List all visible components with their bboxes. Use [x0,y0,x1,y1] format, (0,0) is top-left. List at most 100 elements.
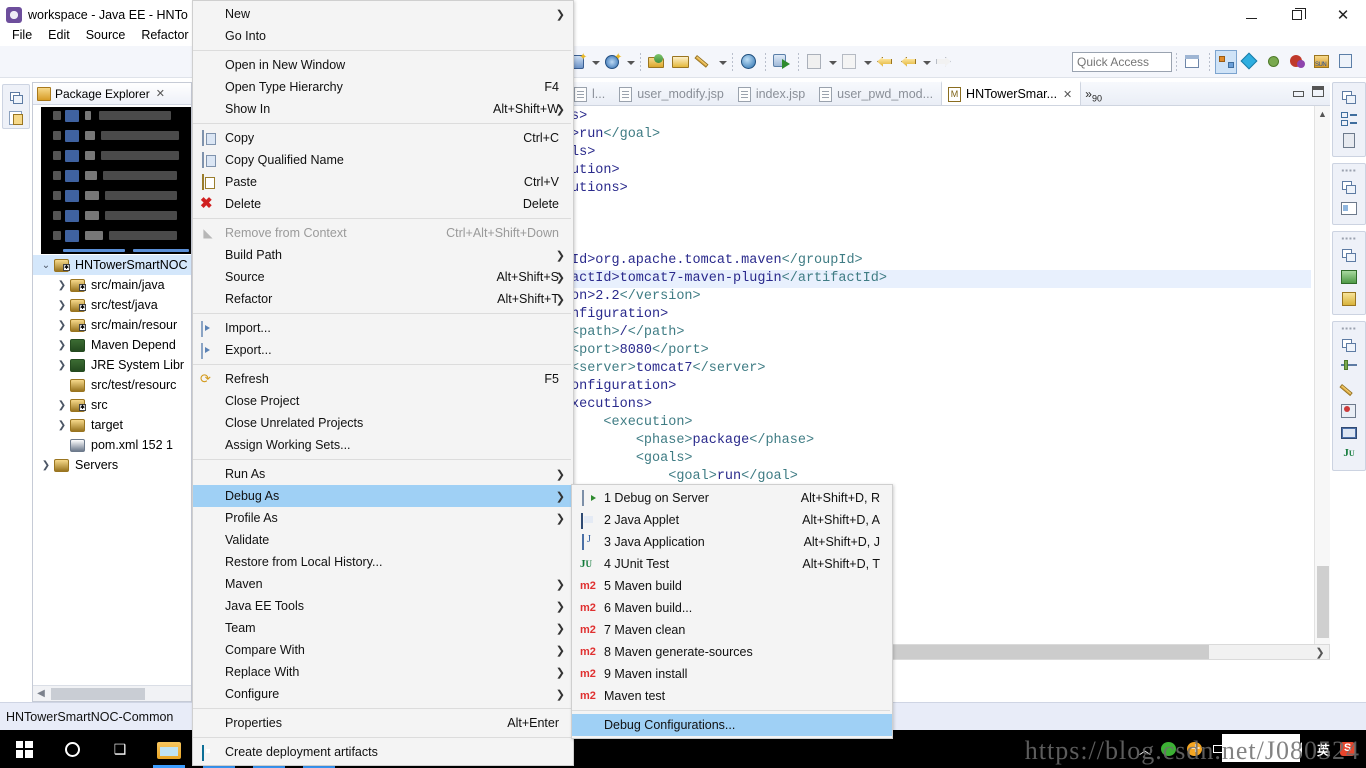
scroll-left-icon[interactable]: ◀ [33,688,49,699]
scroll-right-icon[interactable]: ❯ [1311,646,1329,659]
debug-as-menu-item[interactable]: 3 Java Application Alt+Shift+D, J [572,531,892,553]
editor-tab[interactable]: user_modify.jsp [613,83,732,105]
debug-as-menu-item[interactable]: m2 7 Maven clean [572,619,892,641]
tree-item[interactable]: ❯ ✱ src [33,395,191,415]
package-explorer-fastview-icon[interactable] [7,109,25,127]
editor-tab[interactable]: HNTowerSmar... ✕ [941,81,1082,105]
context-menu-item[interactable]: Build Path ❯ [193,244,573,266]
context-menu-item[interactable]: Refactor Alt+Shift+T ❯ [193,288,573,310]
debug-as-menu-item[interactable]: m2 Maven test [572,685,892,707]
diamond-perspective-icon[interactable] [1239,50,1261,74]
context-menu-item[interactable]: Restore from Local History... [193,551,573,573]
editor-tab[interactable]: index.jsp [732,83,813,105]
context-menu-item[interactable]: Profile As ❯ [193,507,573,529]
back-star-icon[interactable] [874,50,896,74]
context-menu-item[interactable]: Replace With ❯ [193,661,573,683]
context-menu-item[interactable]: Show In Alt+Shift+W ❯ [193,98,573,120]
menu-file[interactable]: File [4,26,40,44]
chevron-right-icon[interactable]: ❯ [55,360,69,371]
debug-as-menu-item[interactable]: m2 8 Maven generate-sources [572,641,892,663]
context-menu[interactable]: New ❯ Go Into Open in New Window Open Type H… [192,0,574,766]
context-menu-item[interactable]: Run As ❯ [193,463,573,485]
context-menu-item[interactable]: Export... [193,339,573,361]
tree-item[interactable]: ❯ Servers [33,455,191,475]
console-view-icon[interactable] [1339,423,1359,443]
context-menu-item[interactable]: ⟳ Refresh F5 [193,368,573,390]
context-menu-item[interactable]: Java EE Tools ❯ [193,595,573,617]
chevron-right-icon[interactable]: ❯ [55,280,69,291]
tree-item[interactable]: pom.xml 152 1 [33,435,191,455]
context-menu-item[interactable]: Paste Ctrl+V [193,171,573,193]
pencil-view-icon[interactable] [1339,379,1359,399]
new-java-package-caret[interactable] [862,50,873,74]
snippets-view-icon[interactable] [1339,289,1359,309]
debug-as-menu-item[interactable]: m2 9 Maven install [572,663,892,685]
debug-as-menu-item[interactable]: m2 5 Maven build [572,575,892,597]
close-view-icon[interactable]: ✕ [156,87,165,100]
context-menu-item[interactable]: Open in New Window [193,54,573,76]
properties-view-icon[interactable] [1339,199,1359,219]
tree-item[interactable]: ❯ ✱ src/main/resour [33,315,191,335]
open-package-icon[interactable] [646,50,668,74]
debug-as-menu-item[interactable]: JU 4 JUnit Test Alt+Shift+D, T [572,553,892,575]
package-explorer-tab[interactable]: Package Explorer ✕ [33,83,191,105]
quick-access-input[interactable] [1072,51,1172,72]
run-icon[interactable] [771,50,793,74]
servers-view-icon[interactable] [1339,267,1359,287]
sun-perspective-icon[interactable]: SUN [1311,50,1333,74]
debug-as-menu-item[interactable]: 1 Debug on Server Alt+Shift+D, R [572,487,892,509]
debug-as-menu-item[interactable]: 2 Java Applet Alt+Shift+D, A [572,509,892,531]
java-ee-perspective-icon[interactable] [1215,49,1237,74]
context-menu-item[interactable]: Compare With ❯ [193,639,573,661]
editor-vertical-scrollbar[interactable]: ▲ ▼ [1314,106,1330,660]
context-menu-item[interactable]: Configure ❯ [193,683,573,705]
document-view-icon[interactable] [1339,131,1359,151]
chevron-right-icon[interactable]: ❯ [39,460,53,471]
context-menu-item[interactable]: ✖ Delete Delete [193,193,573,215]
junit-view-icon[interactable]: JU [1339,445,1359,465]
context-menu-item[interactable]: New ❯ [193,3,573,25]
debug-perspective-icon[interactable] [1263,50,1285,74]
context-menu-item[interactable]: Open Type Hierarchy F4 [193,76,573,98]
restore-icon-4[interactable] [1339,335,1359,355]
tree-item[interactable]: ❯ ✱ src/main/java [33,275,191,295]
context-menu-item[interactable]: Copy Ctrl+C [193,127,573,149]
restore-icon-2[interactable] [1339,177,1359,197]
external-tools-caret[interactable] [827,50,838,74]
debug-as-submenu[interactable]: 1 Debug on Server Alt+Shift+D, R 2 Java Ap… [571,484,893,739]
cortana-button[interactable] [48,730,96,768]
debug-as-menu-item[interactable]: Debug Configurations... [572,714,892,736]
tree-item[interactable]: ❯ ✱ src/test/java [33,295,191,315]
context-menu-item[interactable]: Team ❯ [193,617,573,639]
pencil-dropdown-caret[interactable] [717,50,728,74]
context-menu-item[interactable]: Copy Qualified Name [193,149,573,171]
save-dropdown-caret[interactable] [625,50,636,74]
menu-refactor[interactable]: Refactor [133,26,196,44]
restore-icon-1[interactable] [1339,87,1359,107]
scroll-up-icon[interactable]: ▲ [1315,106,1330,122]
back-caret[interactable] [921,50,932,74]
markers-view-icon[interactable] [1339,357,1359,377]
tree-item[interactable]: ❯ Maven Depend [33,335,191,355]
editor-vscroll-thumb[interactable] [1317,566,1329,638]
resource-perspective-icon[interactable] [1335,50,1357,74]
taskbar-file-explorer[interactable] [144,730,194,768]
external-tools-icon[interactable] [804,50,826,74]
code-content[interactable]: s> >run</goal> ls> ution> utions> Id>org.apa… [571,108,1311,486]
task-view-button[interactable]: ❑ [96,730,144,768]
open-perspective-icon[interactable] [1182,50,1204,74]
view-handle-dots-3[interactable]: ▪▪▪▪ [1333,324,1365,333]
explorer-scroll-thumb[interactable] [51,687,145,700]
debug-as-menu-item[interactable]: m2 6 Maven build... [572,597,892,619]
editor-tab-close-icon[interactable]: ✕ [1063,88,1072,101]
chevron-right-icon[interactable]: ❯ [55,340,69,351]
new-java-package-icon[interactable] [839,50,861,74]
editor-minimize-icon[interactable] [1293,91,1304,97]
explorer-horizontal-scrollbar[interactable]: ◀ [33,685,191,701]
restore-view-icon[interactable] [7,88,25,106]
context-menu-item[interactable]: Close Project [193,390,573,412]
context-menu-item[interactable]: Close Unrelated Projects [193,412,573,434]
context-menu-item[interactable]: Go Into [193,25,573,47]
back-icon[interactable] [898,50,920,74]
tree-item[interactable]: ❯ target [33,415,191,435]
